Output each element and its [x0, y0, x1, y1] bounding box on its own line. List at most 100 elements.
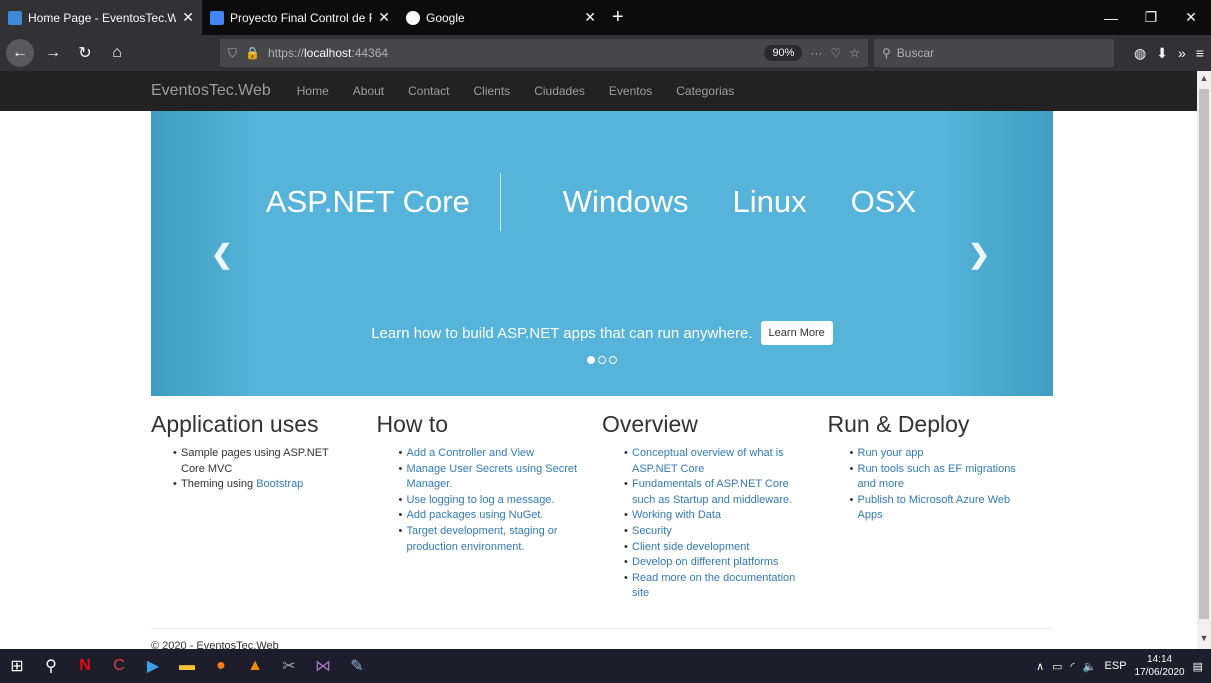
carousel-headline: ASP.NET Core Windows Linux OSX [151, 173, 1053, 231]
scroll-thumb[interactable] [1199, 89, 1209, 619]
caption-text: Learn how to build ASP.NET apps that can… [371, 324, 753, 342]
overflow-icon[interactable]: » [1178, 45, 1186, 61]
media-player-icon[interactable]: ▶ [136, 649, 170, 683]
wifi-icon[interactable]: ◜ [1071, 660, 1075, 673]
menu-icon[interactable]: ≡ [1196, 45, 1204, 61]
carousel-indicator-dot[interactable] [598, 356, 606, 364]
info-column: Run & Deploy Run your appRun tools such a… [828, 411, 1054, 602]
chevron-right-icon[interactable]: ❯ [968, 239, 990, 270]
clock-time: 14:14 [1147, 654, 1173, 665]
list-item[interactable]: Develop on different platforms [624, 555, 804, 571]
list-item[interactable]: Add packages using NuGet. [399, 508, 579, 524]
language-indicator[interactable]: ESP [1105, 660, 1127, 672]
list-item[interactable]: Target development, staging or productio… [399, 524, 579, 555]
clock[interactable]: 14:14 17/06/2020 [1135, 653, 1185, 679]
restore-icon[interactable]: ❐ [1131, 9, 1171, 26]
tab-home-page[interactable]: Home Page - EventosTec.Web ✕ [0, 0, 202, 35]
tab-title: Proyecto Final Control de Rese [230, 10, 372, 25]
paint-icon[interactable]: ✎ [340, 649, 374, 683]
learn-more-button[interactable]: Learn More [760, 321, 833, 345]
file-explorer-icon[interactable]: ▬ [170, 649, 204, 683]
site-brand[interactable]: EventosTec.Web [151, 82, 271, 100]
list-item[interactable]: Run your app [850, 446, 1030, 462]
nav-ciudades[interactable]: Ciudades [534, 84, 585, 98]
chevron-left-icon[interactable]: ❮ [211, 239, 233, 270]
column-heading: Overview [602, 411, 698, 437]
home-icon[interactable]: ⌂ [104, 44, 130, 62]
list-item[interactable]: Conceptual overview of what is ASP.NET C… [624, 446, 804, 477]
nav-about[interactable]: About [353, 84, 384, 98]
download-icon[interactable]: ⬇ [1156, 45, 1168, 62]
column-list: Conceptual overview of what is ASP.NET C… [624, 446, 828, 602]
back-icon[interactable]: ← [6, 39, 34, 67]
nav-home[interactable]: Home [297, 84, 329, 98]
column-heading: How to [376, 411, 449, 437]
close-icon[interactable]: ✕ [378, 9, 390, 26]
more-icon[interactable]: ··· [810, 46, 822, 60]
tab-title: Google [426, 10, 465, 25]
search-bar[interactable]: ⚲ Buscar [874, 39, 1114, 67]
page-scrollbar[interactable]: ▲ ▼ [1197, 71, 1211, 649]
list-item[interactable]: Use logging to log a message. [399, 493, 579, 509]
list-item[interactable]: Working with Data [624, 508, 804, 524]
carousel-indicator-dot[interactable] [587, 356, 595, 364]
tab-proyecto-final[interactable]: Proyecto Final Control de Rese ✕ [202, 0, 398, 35]
list-item[interactable]: Run tools such as EF migrations and more [850, 462, 1030, 493]
list-item[interactable]: Security [624, 524, 804, 540]
search-input[interactable]: Buscar [897, 46, 934, 60]
close-icon[interactable]: ✕ [584, 9, 596, 26]
docs-icon [210, 10, 224, 25]
lock-icon: 🔒 [245, 46, 260, 60]
forward-icon[interactable]: → [40, 44, 66, 62]
vlc-icon[interactable]: ▲ [238, 649, 272, 683]
reload-icon[interactable]: ↻ [72, 43, 98, 63]
info-column: How to Add a Controller and ViewManage Us… [377, 411, 603, 602]
minimize-icon[interactable]: — [1091, 10, 1131, 26]
close-icon[interactable]: ✕ [1171, 9, 1211, 26]
google-icon [406, 10, 420, 25]
tools-icon[interactable]: ✂ [272, 649, 306, 683]
url-text[interactable]: https://localhost:44364 [268, 46, 756, 60]
firefox-icon[interactable]: ● [204, 649, 238, 683]
list-item[interactable]: Add a Controller and View [399, 446, 579, 462]
new-tab-icon[interactable]: + [604, 0, 632, 35]
list-item[interactable]: Read more on the documentation site [624, 571, 804, 602]
search-icon[interactable]: ⚲ [34, 649, 68, 683]
netflix-icon[interactable]: N [68, 649, 102, 683]
bookmark-star-icon[interactable]: ☆ [849, 46, 860, 60]
volume-icon[interactable]: 🔈 [1083, 660, 1097, 673]
list-item-text: Sample pages using ASP.NET Core MVC [181, 447, 329, 475]
shield-icon: ⛉ [228, 45, 238, 60]
tab-google[interactable]: Google ✕ [398, 0, 604, 35]
ccleaner-icon[interactable]: C [102, 649, 136, 683]
windows-start-icon[interactable]: ⊞ [0, 649, 34, 683]
close-icon[interactable]: ✕ [182, 9, 194, 26]
chevron-up-icon[interactable]: ∧ [1036, 660, 1044, 673]
scroll-down-icon[interactable]: ▼ [1197, 633, 1211, 647]
nav-eventos[interactable]: Eventos [609, 84, 652, 98]
info-column: Overview Conceptual overview of what is A… [602, 411, 828, 602]
clock-date: 17/06/2020 [1134, 667, 1185, 678]
extension-icon[interactable]: ◍ [1134, 45, 1146, 62]
nav-categorias[interactable]: Categorias [676, 84, 734, 98]
headline-platform: Windows [562, 184, 689, 219]
headline-platform: OSX [850, 184, 917, 219]
scroll-up-icon[interactable]: ▲ [1197, 73, 1211, 87]
site-navbar: EventosTec.Web Home About Contact Client… [0, 71, 1197, 111]
list-item[interactable]: Client side development [624, 540, 804, 556]
network-icon[interactable]: ▭ [1052, 660, 1062, 673]
nav-clients[interactable]: Clients [474, 84, 511, 98]
url-bar[interactable]: ⛉ 🔒 https://localhost:44364 90% ··· ♡ ☆ [220, 39, 868, 67]
browser-tab-bar: Home Page - EventosTec.Web ✕ Proyecto Fi… [0, 0, 1211, 35]
page-icon [8, 10, 22, 25]
nav-contact[interactable]: Contact [408, 84, 449, 98]
notifications-icon[interactable]: ▤ [1193, 660, 1203, 673]
bootstrap-link[interactable]: Bootstrap [256, 478, 303, 490]
list-item[interactable]: Fundamentals of ASP.NET Core such as Sta… [624, 477, 804, 508]
list-item[interactable]: Publish to Microsoft Azure Web Apps [850, 493, 1030, 524]
pocket-icon[interactable]: ♡ [830, 46, 841, 60]
list-item[interactable]: Manage User Secrets using Secret Manager… [399, 462, 579, 493]
visual-studio-icon[interactable]: ⋈ [306, 649, 340, 683]
carousel-indicator-dot[interactable] [609, 356, 617, 364]
zoom-level[interactable]: 90% [764, 45, 803, 61]
